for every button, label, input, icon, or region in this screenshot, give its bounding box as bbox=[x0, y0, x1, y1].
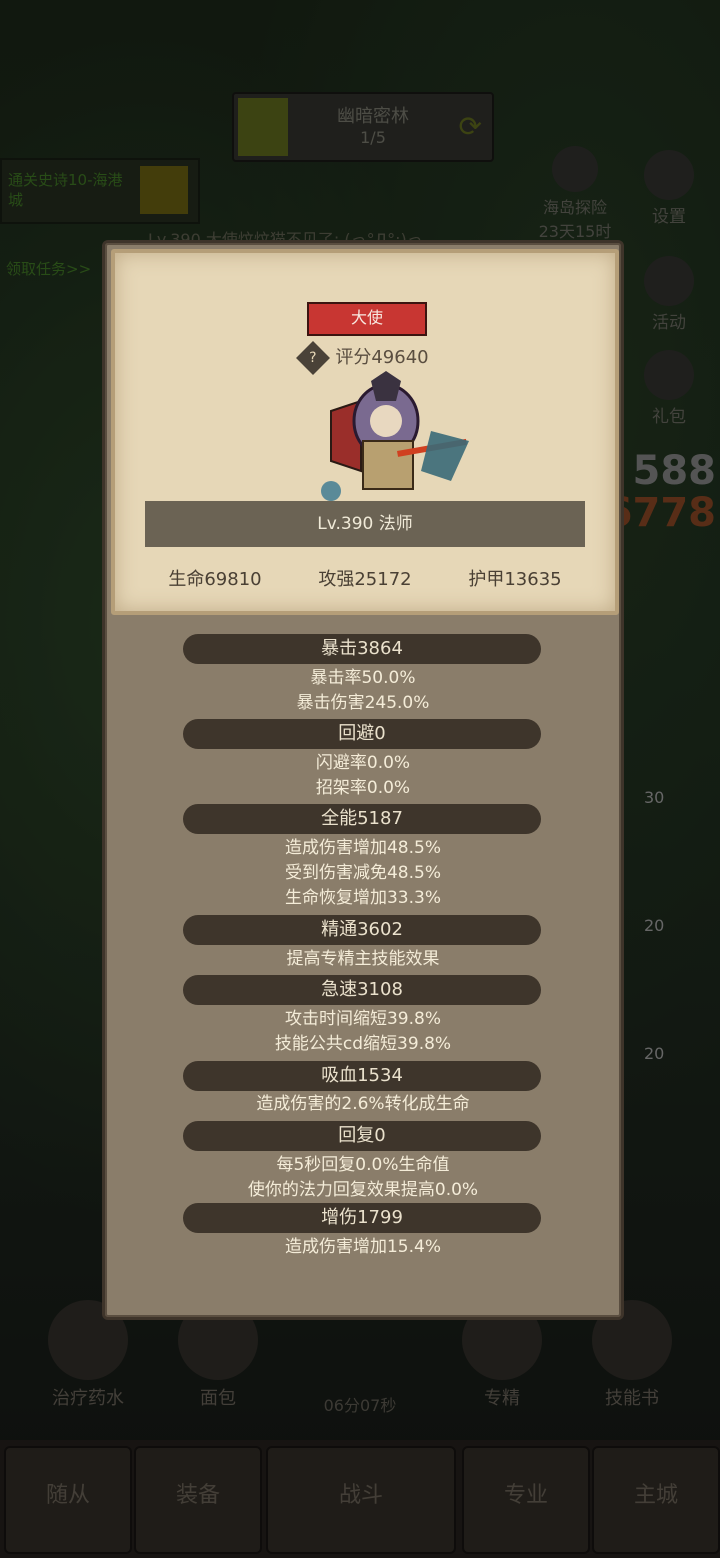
section-mastery-header: 精通3602 bbox=[183, 915, 541, 945]
section-regen-header: 回复0 bbox=[183, 1121, 541, 1151]
section-haste-header: 急速3108 bbox=[183, 975, 541, 1005]
section-line: 使你的法力回复效果提高0.0% bbox=[247, 1180, 479, 1200]
section-line: 攻击时间缩短39.8% bbox=[284, 1009, 441, 1029]
score-row: ? 评分49640 bbox=[115, 341, 615, 375]
title-badge: 大使 bbox=[307, 302, 427, 336]
stat-attack: 攻强25172 bbox=[318, 569, 412, 590]
section-line: 受到伤害减免48.5% bbox=[284, 863, 441, 883]
stat-hp: 生命69810 bbox=[168, 569, 262, 590]
section-line: 每5秒回复0.0%生命值 bbox=[276, 1155, 450, 1175]
level-class-bar: Lv.390 法师 bbox=[145, 501, 585, 547]
section-leech-header: 吸血1534 bbox=[183, 1061, 541, 1091]
base-stats: 生命69810 攻强25172 护甲13635 bbox=[115, 565, 615, 595]
section-line: 造成伤害增加15.4% bbox=[284, 1237, 441, 1257]
section-line: 暴击率50.0% bbox=[310, 668, 416, 688]
character-stats-modal: 大使 ? 评分49640 Lv.390 法师 生命69810 攻强25172 护甲… bbox=[102, 240, 624, 1320]
section-line: 造成伤害增加48.5% bbox=[284, 838, 441, 858]
help-icon[interactable]: ? bbox=[296, 341, 331, 375]
section-dmg-bonus-header: 增伤1799 bbox=[183, 1203, 541, 1233]
character-card: 大使 ? 评分49640 Lv.390 法师 生命69810 攻强25172 护甲… bbox=[111, 249, 619, 615]
section-line: 闪避率0.0% bbox=[315, 753, 411, 773]
section-line: 技能公共cd缩短39.8% bbox=[274, 1034, 452, 1054]
section-line: 造成伤害的2.6%转化成生命 bbox=[256, 1094, 470, 1114]
section-line: 生命恢复增加33.3% bbox=[284, 888, 441, 908]
section-avoid-header: 回避0 bbox=[183, 719, 541, 749]
hero-sprite bbox=[321, 371, 469, 501]
stat-armor: 护甲13635 bbox=[468, 569, 562, 590]
section-versatility-header: 全能5187 bbox=[183, 804, 541, 834]
score-value: 评分49640 bbox=[335, 347, 429, 368]
section-line: 招架率0.0% bbox=[315, 778, 411, 798]
section-line: 提高专精主技能效果 bbox=[286, 949, 440, 969]
section-line: 暴击伤害245.0% bbox=[296, 693, 430, 713]
section-crit-header: 暴击3864 bbox=[183, 634, 541, 664]
